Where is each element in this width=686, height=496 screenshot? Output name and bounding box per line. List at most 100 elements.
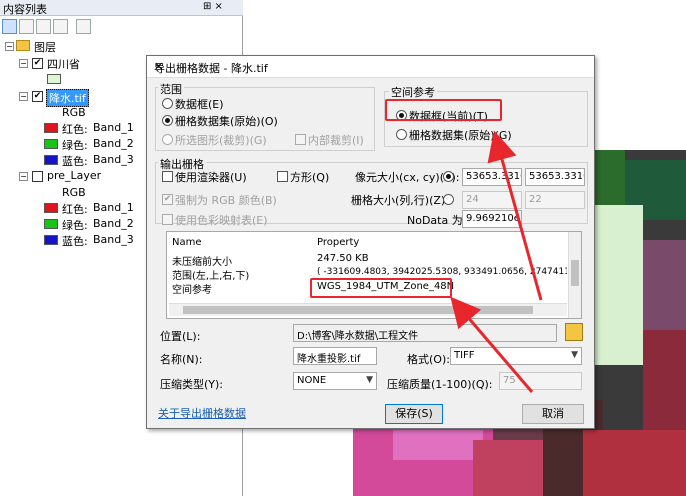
compression-value: NONE <box>297 375 327 386</box>
raster-block <box>583 430 686 496</box>
chevron-down-icon: ▼ <box>366 375 373 385</box>
column-header-property[interactable]: Property <box>317 237 359 248</box>
toc-titlebar: 内容列表 ⊞ × <box>0 0 243 16</box>
extent-dataframe-radio[interactable] <box>162 98 173 109</box>
extent-dataframe-label[interactable]: 数据框(E) <box>175 96 224 112</box>
save-button[interactable]: 保存(S) <box>385 404 443 424</box>
rgb-composite-label: RGB <box>62 186 86 199</box>
options-icon[interactable] <box>76 19 91 34</box>
use-renderer-checkbox[interactable] <box>162 171 173 182</box>
column-header-name[interactable]: Name <box>172 237 202 248</box>
browse-folder-icon[interactable] <box>565 323 583 341</box>
channel-label: 绿色: <box>62 139 88 152</box>
extent-group-label: 范围 <box>158 81 184 97</box>
cancel-button[interactable]: 取消 <box>522 404 584 424</box>
raster-block <box>643 330 686 430</box>
about-export-link[interactable]: 关于导出栅格数据 <box>158 405 246 421</box>
property-row-name: 空间参考 <box>172 285 212 296</box>
band-label: Band_3 <box>93 233 134 246</box>
name-label: 名称(N): <box>160 353 203 366</box>
export-raster-dialog: 导出栅格数据 - 降水.tif ✕ 范围 数据框(E) 栅格数据集(原始)(O)… <box>146 55 595 429</box>
spatial-reference-group-label: 空间参考 <box>389 84 437 100</box>
layer-visibility-checkbox[interactable] <box>32 171 43 182</box>
list-by-source-icon[interactable] <box>19 19 34 34</box>
nodata-label: NoData 为: <box>407 214 467 227</box>
dialog-titlebar: 导出栅格数据 - 降水.tif ✕ <box>147 56 594 78</box>
channel-label: 蓝色: <box>62 155 88 168</box>
use-renderer-label[interactable]: 使用渲染器(U) <box>175 169 247 185</box>
collapse-icon[interactable]: − <box>19 59 28 68</box>
rows-input[interactable]: 22 <box>525 191 585 209</box>
rgb-composite-label: RGB <box>62 106 86 119</box>
location-label: 位置(L): <box>160 330 201 343</box>
blue-channel-swatch <box>44 155 58 165</box>
list-by-selection-icon[interactable] <box>53 19 68 34</box>
highlight-box-sr-dataframe <box>385 99 502 121</box>
extent-selected-radio[interactable] <box>162 134 173 145</box>
chevron-down-icon: ▼ <box>571 350 578 360</box>
layer-name-selected[interactable]: 降水.tif <box>46 89 89 107</box>
band-label: Band_2 <box>93 137 134 150</box>
extent-raster-radio[interactable] <box>162 115 173 126</box>
square-checkbox[interactable] <box>277 171 288 182</box>
nodata-input[interactable]: 9.969210e+36 <box>462 210 522 228</box>
pin-close-icons[interactable]: ⊞ × <box>203 1 223 12</box>
list-by-drawing-order-icon[interactable] <box>2 19 17 34</box>
red-channel-swatch <box>44 123 58 133</box>
raster-block <box>643 240 686 330</box>
horizontal-scrollbar[interactable] <box>169 303 567 316</box>
format-select[interactable]: TIFF ▼ <box>450 347 582 365</box>
format-label: 格式(O): <box>407 353 450 366</box>
clip-inside-label[interactable]: 内部裁剪(I) <box>308 132 364 148</box>
location-input[interactable]: D:\博客\降水数据\工程文件 <box>293 324 557 342</box>
layer-visibility-checkbox[interactable]: ✔ <box>32 91 43 102</box>
raster-size-label: 栅格大小(列,行)(Z): <box>351 194 449 207</box>
property-row-value: 247.50 KB <box>317 253 369 264</box>
channel-label: 红色: <box>62 123 88 136</box>
green-channel-swatch <box>44 219 58 229</box>
vertical-scrollbar[interactable] <box>568 232 581 318</box>
green-channel-swatch <box>44 139 58 149</box>
property-row-name: 范围(左,上,右,下) <box>172 271 250 282</box>
raster-block <box>393 430 483 460</box>
band-label: Band_3 <box>93 153 134 166</box>
layer-name[interactable]: pre_Layer <box>47 169 101 182</box>
collapse-icon[interactable]: − <box>19 92 28 101</box>
list-by-visibility-icon[interactable] <box>36 19 51 34</box>
scrollbar-thumb[interactable] <box>183 306 533 314</box>
close-icon[interactable]: ✕ <box>154 60 588 73</box>
collapse-icon[interactable]: − <box>19 172 28 181</box>
band-label: Band_1 <box>93 121 134 134</box>
red-channel-swatch <box>44 203 58 213</box>
raster-size-radio[interactable] <box>443 194 454 205</box>
channel-label: 蓝色: <box>62 235 88 248</box>
force-rgb-label[interactable]: 强制为 RGB 颜色(B) <box>175 192 277 208</box>
blue-channel-swatch <box>44 235 58 245</box>
extent-selected-label[interactable]: 所选图形(裁剪)(G) <box>175 132 267 148</box>
layer-visibility-checkbox[interactable]: ✔ <box>32 58 43 69</box>
toc-title: 内容列表 <box>3 3 47 16</box>
square-label[interactable]: 方形(Q) <box>290 169 329 185</box>
properties-list[interactable]: Name Property 未压缩前大小 247.50 KB 范围(左,上,右,… <box>166 231 582 319</box>
cell-size-y-input[interactable]: 53653.331028 <box>525 168 585 186</box>
band-label: Band_1 <box>93 201 134 214</box>
columns-input[interactable]: 24 <box>462 191 522 209</box>
collapse-icon[interactable]: − <box>5 42 14 51</box>
cell-size-x-input[interactable]: 53653.331028 <box>462 168 522 186</box>
quality-input[interactable]: 75 <box>499 372 582 390</box>
compression-select[interactable]: NONE ▼ <box>293 372 377 390</box>
root-layers-label: 图层 <box>34 41 56 54</box>
sr-raster-label[interactable]: 栅格数据集(原始)(G) <box>409 127 512 143</box>
clip-inside-checkbox[interactable] <box>295 134 306 145</box>
layer-name[interactable]: 四川省 <box>47 56 80 72</box>
name-input[interactable]: 降水重投影.tif <box>293 347 377 365</box>
scrollbar-thumb[interactable] <box>571 260 579 286</box>
extent-raster-label[interactable]: 栅格数据集(原始)(O) <box>175 113 278 129</box>
cell-size-radio[interactable] <box>443 171 454 182</box>
polygon-symbol-swatch[interactable] <box>47 74 61 84</box>
sr-raster-radio[interactable] <box>396 129 407 140</box>
force-rgb-checkbox[interactable]: ✔ <box>162 194 173 205</box>
use-colormap-checkbox[interactable] <box>162 214 173 225</box>
quality-label: 压缩质量(1-100)(Q): <box>387 378 493 391</box>
use-colormap-label[interactable]: 使用色彩映射表(E) <box>175 212 268 228</box>
